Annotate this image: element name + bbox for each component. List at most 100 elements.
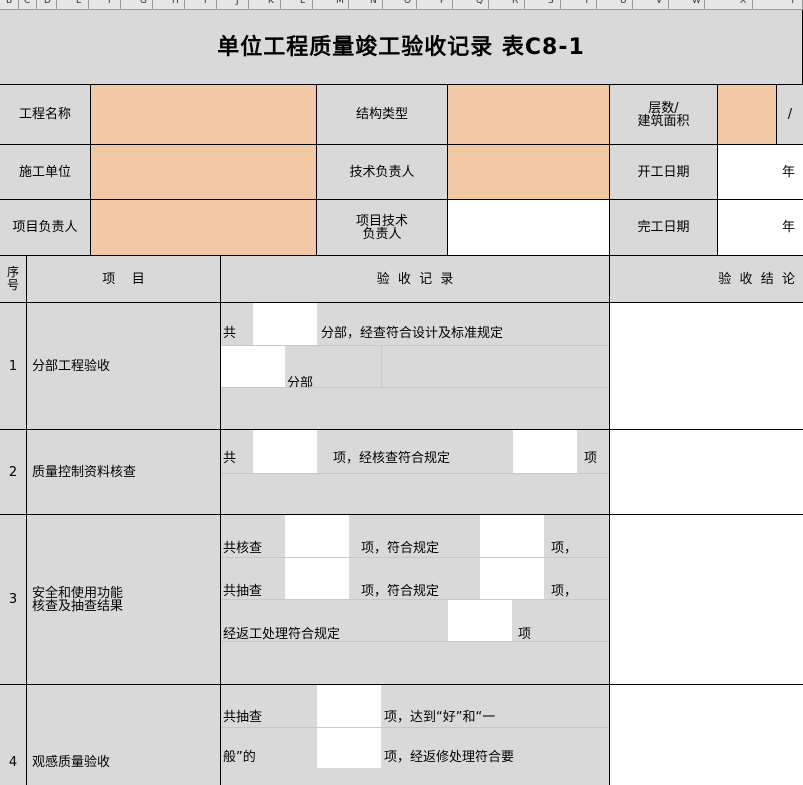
row3-checked-field[interactable] xyxy=(285,515,349,557)
tech-lead-label: 技术负责人 xyxy=(317,145,448,200)
column-header-p[interactable]: P xyxy=(440,0,445,6)
construction-unit-field[interactable] xyxy=(91,145,317,200)
row3-record: 共核查 项，符合规定 项， 共抽查 项，符合规定 项， 经返工处理符合规定 项 xyxy=(221,515,610,685)
row4-sampled-field[interactable] xyxy=(317,685,381,727)
column-header-s[interactable]: S xyxy=(548,0,554,6)
column-divider xyxy=(348,0,349,9)
conclusion-header: 验 收 结 论 xyxy=(610,256,803,303)
row3-rework-field[interactable] xyxy=(448,600,512,641)
finish-date-field[interactable]: 年 xyxy=(718,200,803,256)
project-tech-lead-field[interactable] xyxy=(448,200,610,256)
row3-sampled-pass-field[interactable] xyxy=(480,558,544,599)
floors-area-value: / xyxy=(777,85,803,145)
row3-line1-suffix: 项， xyxy=(551,541,578,556)
row3-checked-pass-field[interactable] xyxy=(480,515,544,557)
row1-seq: 1 xyxy=(0,303,27,430)
column-divider xyxy=(18,0,19,9)
column-header-n[interactable]: N xyxy=(370,0,377,6)
column-header-q[interactable]: Q xyxy=(476,0,483,6)
project-name-field[interactable] xyxy=(91,85,317,145)
column-divider xyxy=(152,0,153,9)
column-header-u[interactable]: U xyxy=(620,0,627,6)
row1-conclusion[interactable] xyxy=(610,303,803,430)
column-header-k[interactable]: K xyxy=(268,0,274,6)
item-header: 项 目 xyxy=(27,256,221,303)
column-divider xyxy=(382,0,383,9)
floors-field[interactable] xyxy=(718,85,777,145)
column-header-e[interactable]: E xyxy=(76,0,82,6)
row4-conclusion[interactable] xyxy=(610,685,803,785)
row4-line1-prefix: 共抽查 xyxy=(223,710,263,725)
row3-line1-prefix: 共核查 xyxy=(223,541,263,556)
column-header-l[interactable]: L xyxy=(300,0,305,6)
column-divider xyxy=(88,0,89,9)
row3-conclusion[interactable] xyxy=(610,515,803,685)
column-header-h[interactable]: H xyxy=(172,0,179,6)
column-divider xyxy=(488,0,489,9)
row3-seq: 3 xyxy=(0,515,27,685)
column-header-w[interactable]: W xyxy=(692,0,701,6)
column-divider xyxy=(120,0,121,9)
row4-seq: 4 xyxy=(0,685,27,785)
column-header-g[interactable]: G xyxy=(140,0,147,6)
column-divider xyxy=(452,0,453,9)
column-divider xyxy=(184,0,185,9)
row3-line3-suffix: 项 xyxy=(518,627,532,642)
record-header: 验 收 记 录 xyxy=(221,256,610,303)
row1-line1-text: 分部，经查符合设计及标准规定 xyxy=(321,326,504,341)
form-title: 单位工程质量竣工验收记录 表C8-1 xyxy=(0,10,803,85)
construction-unit-label: 施工单位 xyxy=(0,145,91,200)
row3-line1-middle: 项，符合规定 xyxy=(361,541,440,556)
column-divider xyxy=(280,0,281,9)
column-header-y[interactable]: Y xyxy=(790,0,796,6)
row1-prefix: 共 xyxy=(223,326,237,341)
seq-header: 序 号 xyxy=(0,256,27,303)
row3-sampled-field[interactable] xyxy=(285,558,349,599)
row3-line2-middle: 项，符合规定 xyxy=(361,584,440,599)
column-divider xyxy=(524,0,525,9)
row2-seq: 2 xyxy=(0,430,27,515)
column-header-f[interactable]: F xyxy=(108,0,113,6)
column-divider xyxy=(560,0,561,9)
column-header-d[interactable]: D xyxy=(44,0,51,6)
finish-date-label: 完工日期 xyxy=(610,200,718,256)
column-header-t[interactable]: T xyxy=(584,0,590,6)
column-header-b[interactable]: B xyxy=(6,0,12,6)
project-manager-label: 项目负责人 xyxy=(0,200,91,256)
row1-line2-text: 分部 xyxy=(287,376,314,391)
column-divider xyxy=(668,0,669,9)
row4-line2-suffix: 项，经返修处理符合要 xyxy=(384,750,515,765)
start-date-label: 开工日期 xyxy=(610,145,718,200)
row3-line2-suffix: 项， xyxy=(551,584,578,599)
project-tech-lead-label: 项目技术 负责人 xyxy=(317,200,448,256)
column-divider xyxy=(56,0,57,9)
row2-count-field[interactable] xyxy=(253,430,317,473)
row1-pass-field[interactable] xyxy=(221,346,285,387)
row2-conclusion[interactable] xyxy=(610,430,803,515)
column-divider xyxy=(704,0,705,9)
column-header-c[interactable]: C xyxy=(24,0,30,6)
start-date-field[interactable]: 年 xyxy=(718,145,803,200)
row4-record: 共抽查 项，达到“好”和“一 般”的 项，经返修处理符合要 xyxy=(221,685,610,785)
column-header-i[interactable]: I xyxy=(204,0,207,6)
column-header-m[interactable]: M xyxy=(336,0,344,6)
row2-suffix: 项 xyxy=(584,451,598,466)
row4-good-field[interactable] xyxy=(317,728,381,768)
structure-type-label: 结构类型 xyxy=(317,85,448,145)
column-header-x[interactable]: X xyxy=(740,0,746,6)
row4-line1-suffix: 项，达到“好”和“一 xyxy=(384,710,496,725)
row1-count-field[interactable] xyxy=(253,303,317,345)
column-divider xyxy=(248,0,249,9)
tech-lead-field[interactable] xyxy=(448,145,610,200)
column-header-v[interactable]: V xyxy=(656,0,662,6)
row3-item: 安全和使用功能 核查及抽查结果 xyxy=(27,515,221,685)
column-header-o[interactable]: O xyxy=(404,0,411,6)
structure-type-field[interactable] xyxy=(448,85,610,145)
column-divider xyxy=(36,0,37,9)
project-manager-field[interactable] xyxy=(91,200,317,256)
column-header-r[interactable]: R xyxy=(512,0,518,6)
column-divider xyxy=(216,0,217,9)
row1-item: 分部工程验收 xyxy=(27,303,221,430)
column-header-j[interactable]: J xyxy=(236,0,239,6)
row2-pass-field[interactable] xyxy=(513,430,577,473)
